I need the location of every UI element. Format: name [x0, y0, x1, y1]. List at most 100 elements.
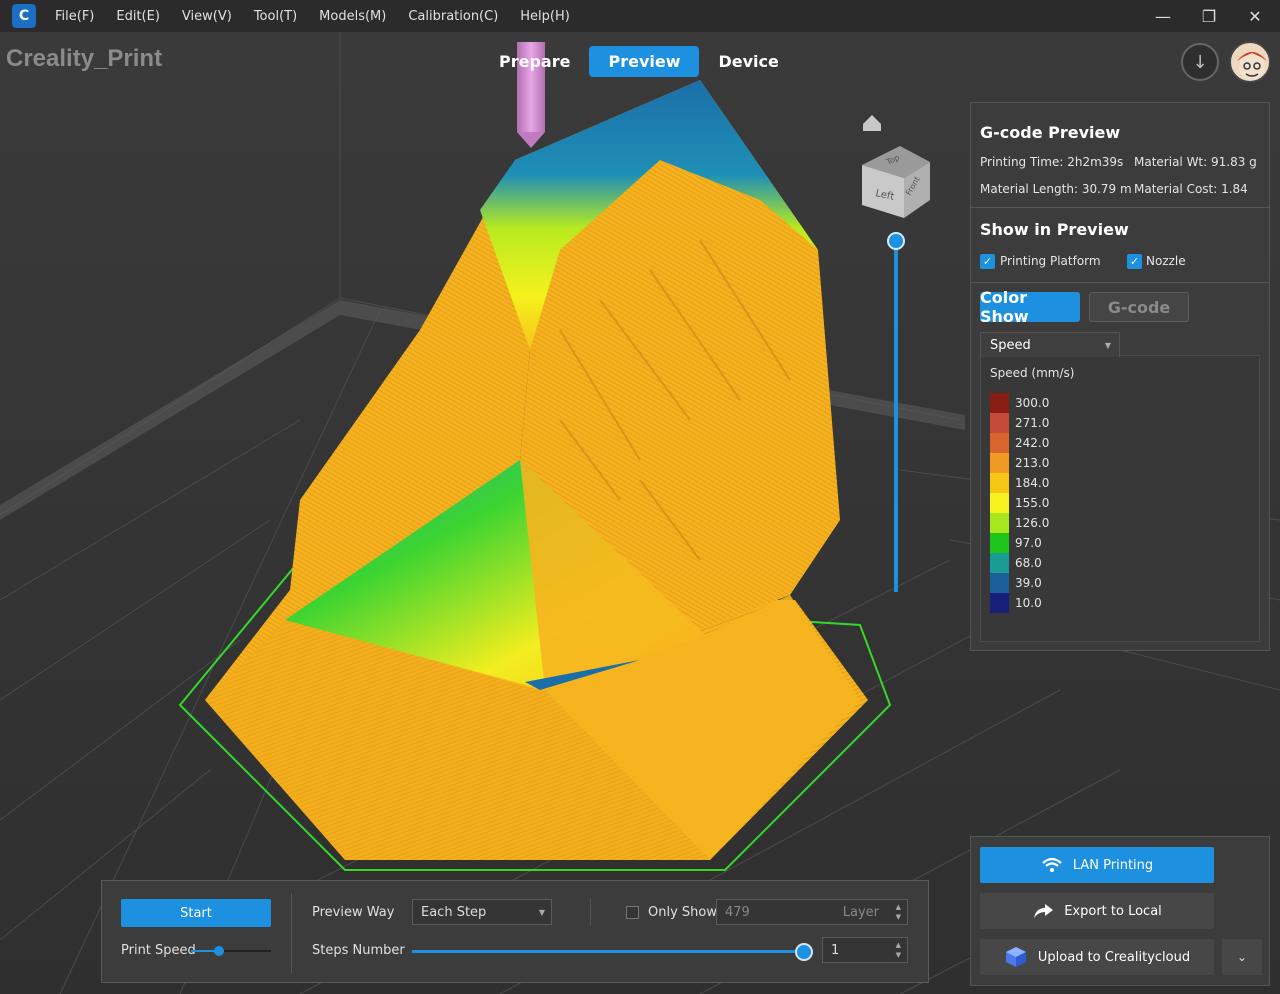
steps-number-label: Steps Number [312, 943, 405, 958]
export-local-label: Export to Local [1064, 903, 1162, 919]
material-cost: Material Cost: 1.84 [1134, 182, 1248, 196]
legend-swatch [990, 413, 1009, 433]
gcode-button[interactable]: G-code [1089, 292, 1189, 322]
steps-slider-handle[interactable] [795, 943, 813, 961]
layer-slider-track[interactable] [894, 246, 898, 592]
app-title: Creality_Print [6, 45, 163, 72]
legend-swatch [990, 513, 1009, 533]
material-length: Material Length: 30.79 m [980, 182, 1132, 196]
preview-way-value: Each Step [421, 904, 487, 920]
nozzle-checkbox[interactable]: ✓ [1127, 254, 1142, 269]
tab-prepare[interactable]: Prepare [480, 46, 589, 77]
menu-tool[interactable]: Tool(T) [243, 9, 308, 24]
tab-device[interactable]: Device [699, 46, 797, 77]
layer-spinner-icon[interactable]: ▲ ▼ [896, 902, 901, 922]
print-speed-slider[interactable] [191, 946, 271, 956]
upload-cloud-button[interactable]: Upload to Crealitycloud [980, 939, 1214, 975]
menu-view[interactable]: View(V) [171, 9, 243, 24]
legend-item: 155.0 [990, 493, 1049, 513]
preview-way-label: Preview Way [312, 905, 395, 920]
show-in-preview-title: Show in Preview [980, 220, 1129, 239]
restore-button[interactable]: ❐ [1186, 0, 1232, 32]
legend-swatch [990, 453, 1009, 473]
close-button[interactable]: ✕ [1232, 0, 1278, 32]
print-speed-handle[interactable] [214, 946, 224, 956]
steps-slider-fill [412, 950, 804, 953]
wifi-icon [1042, 857, 1062, 872]
legend-item: 68.0 [990, 553, 1042, 573]
chevron-down-icon: ▼ [1104, 340, 1111, 350]
menu-edit[interactable]: Edit(E) [105, 9, 171, 24]
legend-item: 300.0 [990, 393, 1049, 413]
lan-printing-button[interactable]: LAN Printing [980, 847, 1214, 883]
crealitycloud-icon [1005, 947, 1026, 967]
layer-unit: Layer [842, 904, 879, 920]
legend-swatch [990, 573, 1009, 593]
steps-input[interactable]: 1 ▲ ▼ [822, 937, 908, 963]
legend-value: 242.0 [1015, 436, 1050, 450]
legend-value: 271.0 [1015, 416, 1050, 430]
app-window: C File(F) Edit(E) View(V) Tool(T) Models… [0, 0, 1280, 994]
main-tabs: Prepare Preview Device [480, 46, 798, 77]
start-button[interactable]: Start [121, 899, 271, 927]
material-weight: Material Wt: 91.83 g [1134, 155, 1257, 169]
divider [291, 893, 292, 973]
legend-type-select[interactable]: Speed ▼ [980, 332, 1120, 357]
upload-cloud-label: Upload to Crealitycloud [1037, 949, 1191, 965]
layer-input[interactable]: 479 Layer ▲ ▼ [716, 899, 908, 925]
menu-calibration[interactable]: Calibration(C) [397, 9, 509, 24]
layer-input-value: 479 [725, 904, 750, 920]
gcode-preview-title: G-code Preview [980, 123, 1121, 142]
more-export-button[interactable]: ⌄ [1222, 939, 1262, 975]
print-speed-label: Print Speed [121, 943, 196, 958]
app-logo-icon: C [12, 4, 36, 28]
chevron-down-icon: ⌄ [1236, 950, 1248, 964]
legend-unit-label: Speed (mm/s) [990, 366, 1075, 380]
preview-way-select[interactable]: Each Step ▼ [412, 899, 552, 925]
legend-value: 10.0 [1015, 596, 1042, 610]
legend-value: 184.0 [1015, 476, 1050, 490]
steps-input-value: 1 [831, 942, 840, 958]
layer-slider-handle[interactable] [887, 232, 905, 250]
legend-swatch [990, 473, 1009, 493]
export-local-button[interactable]: Export to Local [980, 893, 1214, 929]
steps-spinner-icon[interactable]: ▲ ▼ [896, 940, 901, 960]
menu-file[interactable]: File(F) [44, 9, 105, 24]
lan-printing-label: LAN Printing [1072, 857, 1154, 873]
legend-value: 68.0 [1015, 556, 1042, 570]
legend-swatch [990, 593, 1009, 613]
printing-platform-checkbox[interactable]: ✓ [980, 254, 995, 269]
minimize-button[interactable]: — [1140, 0, 1186, 32]
legend-value: 97.0 [1015, 536, 1042, 550]
nozzle-label: Nozzle [1146, 254, 1186, 268]
legend-swatch [990, 533, 1009, 553]
legend-item: 10.0 [990, 593, 1042, 613]
tab-preview[interactable]: Preview [589, 46, 700, 77]
color-show-button[interactable]: Color Show [980, 288, 1080, 326]
divider [971, 282, 1269, 283]
download-icon[interactable]: ↓ [1181, 43, 1219, 81]
legend-item: 39.0 [990, 573, 1042, 593]
only-show-checkbox[interactable] [626, 906, 639, 919]
legend-swatch [990, 393, 1009, 413]
legend-value: 155.0 [1015, 496, 1050, 510]
steps-slider[interactable] [412, 943, 813, 961]
export-panel: LAN Printing Export to Local Upload to C… [970, 836, 1270, 986]
menu-bar: C File(F) Edit(E) View(V) Tool(T) Models… [0, 0, 1280, 32]
gcode-preview-panel: G-code Preview Printing Time: 2h2m39s Ma… [970, 102, 1270, 651]
only-show-label: Only Show [648, 905, 717, 920]
divider [590, 899, 591, 925]
legend-item: 97.0 [990, 533, 1042, 553]
divider [971, 207, 1269, 208]
legend-swatch [990, 553, 1009, 573]
menu-models[interactable]: Models(M) [308, 9, 397, 24]
legend-type-value: Speed [990, 337, 1031, 353]
share-arrow-icon [1034, 904, 1054, 918]
legend-item: 126.0 [990, 513, 1049, 533]
legend-value: 300.0 [1015, 396, 1050, 410]
legend-item: 213.0 [990, 453, 1049, 473]
menu-help[interactable]: Help(H) [509, 9, 581, 24]
legend-item: 242.0 [990, 433, 1049, 453]
avatar[interactable] [1229, 41, 1271, 83]
legend-value: 213.0 [1015, 456, 1050, 470]
